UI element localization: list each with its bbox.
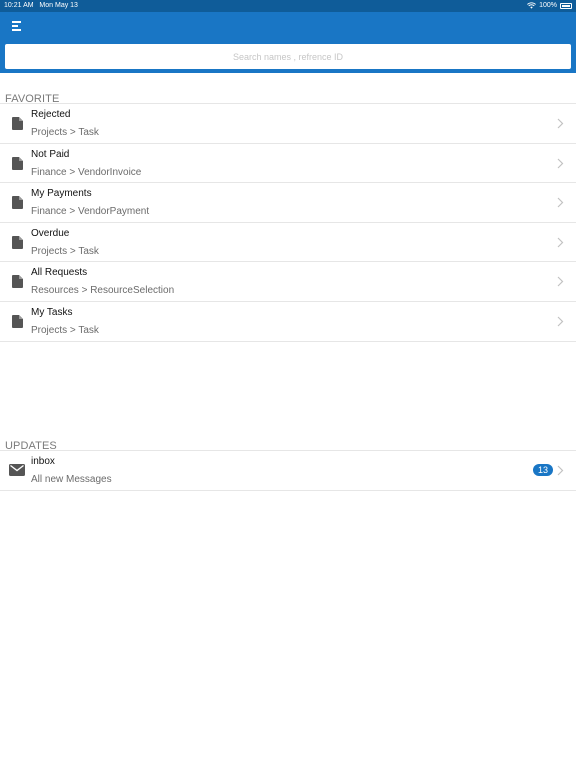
favorite-item[interactable]: My Tasks Projects > Task	[0, 302, 576, 342]
updates-item-subtitle: All new Messages	[31, 474, 112, 485]
favorite-item-path: Finance > VendorPayment	[31, 206, 150, 218]
chevron-right-icon	[557, 316, 564, 327]
document-icon	[12, 196, 23, 210]
favorite-item[interactable]: My Payments Finance > VendorPayment	[0, 183, 576, 223]
favorite-item-title: Rejected	[31, 109, 71, 120]
favorite-item-path: Projects > Task	[31, 245, 99, 257]
chevron-right-icon	[557, 118, 564, 129]
favorite-item-title: My Tasks	[31, 306, 73, 318]
chevron-right-icon	[557, 465, 564, 476]
favorite-item[interactable]: Rejected Projects > Task	[0, 104, 576, 144]
wifi-icon	[527, 2, 537, 9]
status-time-date: 10:21 AM Mon May 13	[4, 2, 78, 9]
app-header	[0, 12, 576, 73]
favorite-item-title: My Payments	[31, 188, 92, 200]
chevron-right-icon	[557, 197, 564, 208]
favorite-list: Rejected Projects > Task Not Paid Financ…	[0, 103, 576, 342]
battery-percent: 100%	[539, 2, 557, 9]
favorite-item[interactable]: Overdue Projects > Task	[0, 223, 576, 263]
favorite-item-path: Finance > VendorInvoice	[31, 166, 142, 178]
favorite-item-path: Resources > ResourceSelection	[31, 285, 175, 297]
status-date: Mon May 13	[39, 2, 78, 9]
document-icon	[12, 117, 23, 130]
document-icon	[12, 156, 23, 170]
favorite-item-path: Projects > Task	[31, 127, 99, 138]
favorite-item[interactable]: Not Paid Finance > VendorInvoice	[0, 144, 576, 184]
battery-icon	[560, 2, 572, 9]
document-icon	[12, 314, 23, 328]
document-icon	[12, 235, 23, 249]
favorite-item-title: Overdue	[31, 227, 70, 239]
chevron-right-icon	[557, 237, 564, 248]
status-right: 100%	[527, 2, 572, 9]
favorite-item-path: Projects > Task	[31, 324, 99, 336]
updates-item-title: inbox	[31, 456, 55, 467]
updates-item[interactable]: inbox All new Messages 13	[0, 451, 576, 491]
document-icon	[12, 275, 23, 289]
favorite-item-title: All Requests	[31, 267, 88, 279]
search-input[interactable]	[5, 44, 571, 69]
mail-icon	[9, 464, 25, 476]
chevron-right-icon	[557, 158, 564, 169]
status-bar: 10:21 AM Mon May 13 100%	[0, 0, 576, 12]
favorite-item-title: Not Paid	[31, 148, 70, 160]
updates-list: inbox All new Messages 13	[0, 450, 576, 491]
unread-count-badge: 13	[533, 464, 553, 476]
menu-icon[interactable]	[12, 20, 26, 32]
chevron-right-icon	[557, 276, 564, 287]
favorite-item[interactable]: All Requests Resources > ResourceSelecti…	[0, 262, 576, 302]
status-time: 10:21 AM	[4, 2, 34, 9]
